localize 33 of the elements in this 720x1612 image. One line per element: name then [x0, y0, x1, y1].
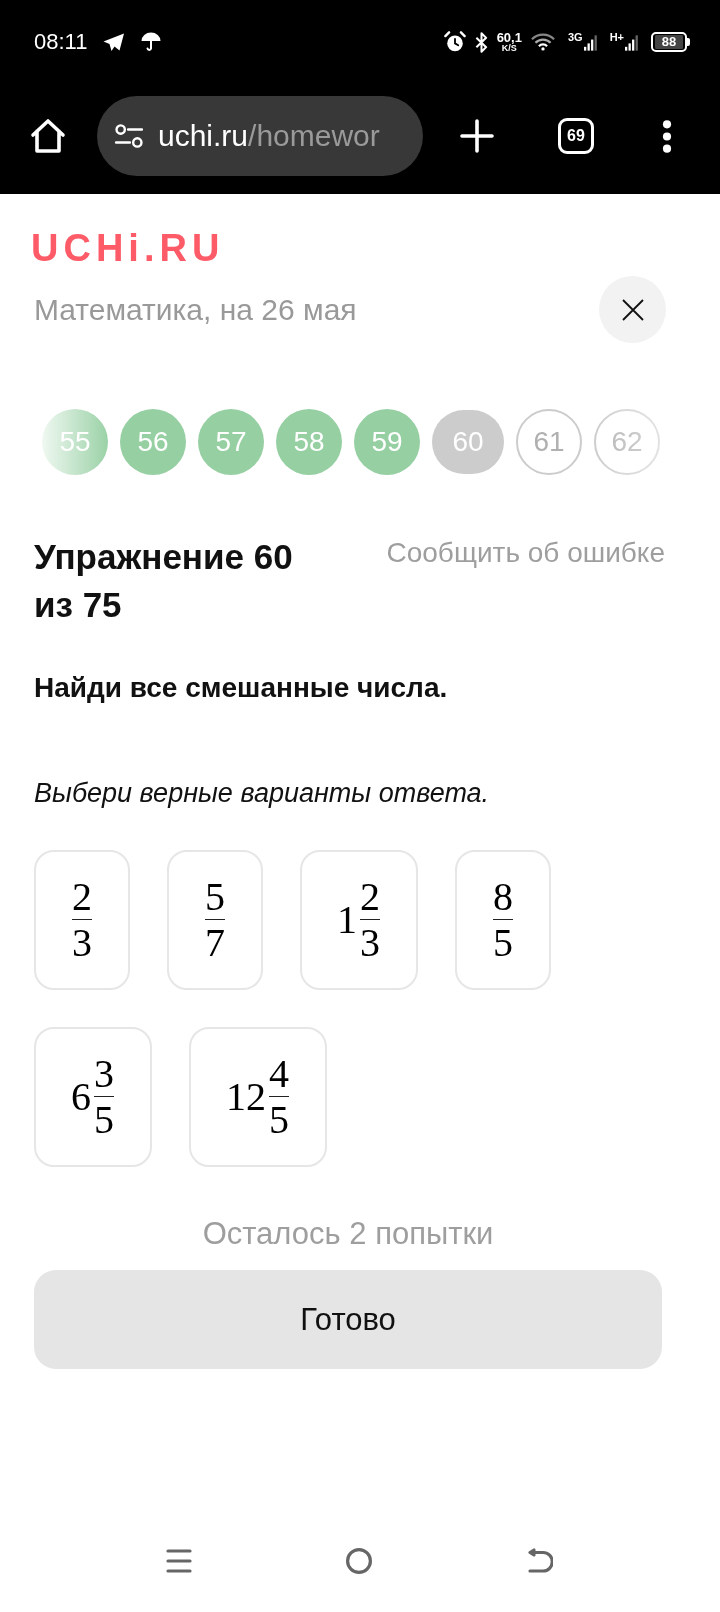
umbrella-icon	[141, 32, 162, 52]
bluetooth-icon	[474, 31, 488, 53]
answer-option[interactable]: 2 3	[34, 850, 130, 990]
home-icon[interactable]	[29, 118, 67, 154]
task-text: Найди все смешанные числа.	[34, 671, 449, 705]
clock-time: 08:11	[34, 29, 88, 55]
subject-date-subtitle: Математика, на 26 мая	[34, 292, 357, 327]
signal-icon	[583, 34, 597, 52]
wifi-icon	[530, 33, 555, 51]
submit-button[interactable]: Готово	[34, 1270, 662, 1369]
instruction-text: Выбери верные варианты ответа.	[34, 777, 491, 810]
network-speed-value: 60,1	[496, 31, 522, 44]
tune-icon[interactable]	[114, 124, 144, 148]
plus-icon[interactable]	[460, 119, 494, 153]
battery-indicator: 88	[651, 32, 690, 52]
answer-option[interactable]: 8 5	[455, 850, 551, 990]
alarm-clock-icon	[443, 31, 466, 53]
exercise-title: Упражнение 60 из 75	[34, 536, 294, 626]
address-bar[interactable]: uchi.ru/homewor	[97, 96, 423, 176]
attempts-left-text: Осталось 2 попытки	[201, 1216, 495, 1252]
tab-switcher-button[interactable]: 69	[558, 118, 594, 154]
network-speed-unit: K/S	[501, 44, 517, 53]
menu-icon[interactable]	[662, 119, 672, 153]
back-icon[interactable]	[527, 1548, 553, 1574]
paper-plane-icon	[103, 32, 126, 52]
network-type-label: H+	[609, 32, 624, 43]
signal-icon	[625, 34, 638, 52]
answer-option[interactable]: 5 7	[167, 850, 263, 990]
url-text: uchi.ru/homewor	[158, 119, 380, 153]
network-type-label: 3G	[567, 32, 583, 43]
home-circle-icon[interactable]	[346, 1548, 372, 1574]
close-icon[interactable]	[621, 298, 644, 321]
logo: UCHi.RU	[31, 226, 225, 270]
